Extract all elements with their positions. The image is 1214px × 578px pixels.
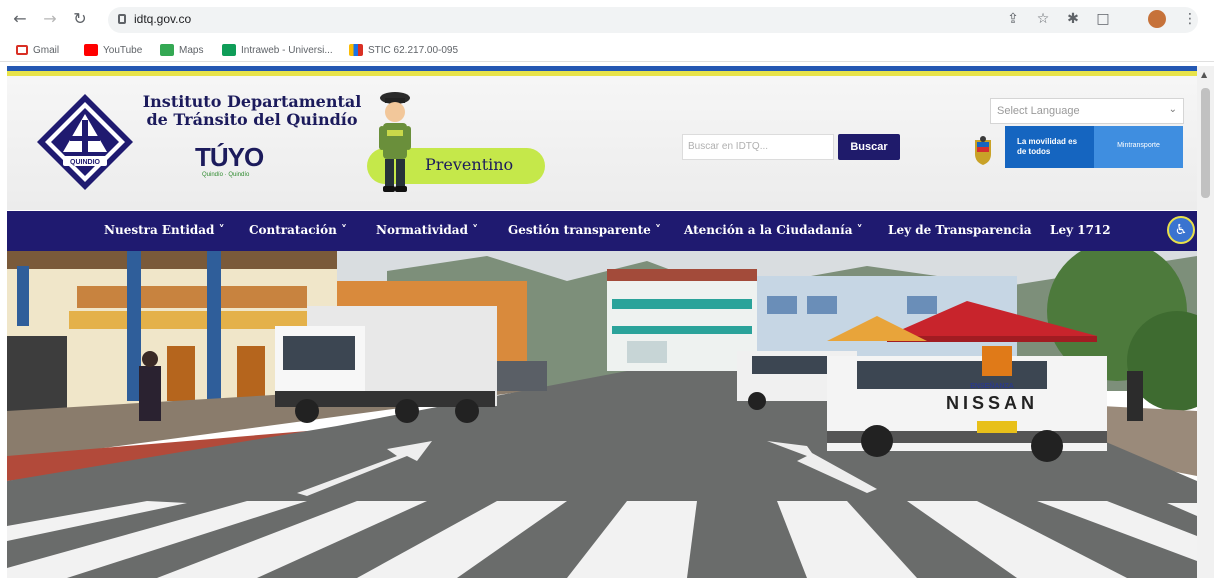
maps-icon — [160, 44, 174, 56]
idtq-logo[interactable]: QUINDIO — [35, 92, 135, 192]
nav-atencion-ciudadania[interactable]: Atención a la Ciudadanía ˅ — [684, 223, 863, 237]
mintransporte-banner[interactable]: Mintransporte — [1094, 126, 1183, 168]
scroll-up-arrow-icon[interactable]: ▲ — [1201, 70, 1207, 79]
sidepanel-icon[interactable]: □ — [1093, 9, 1113, 29]
bookmarks-bar: Gmail YouTube Maps Intraweb - Universi..… — [0, 38, 1214, 62]
star-icon[interactable]: ☆ — [1033, 9, 1053, 29]
bookmark-label: YouTube — [103, 44, 143, 56]
browser-toolbar: ← → ↻ idtq.gov.co ⇪ ☆ ✱ □ ⋮ — [0, 0, 1214, 38]
menu-kebab-icon[interactable]: ⋮ — [1180, 9, 1200, 29]
url-text: idtq.gov.co — [134, 12, 192, 26]
tuyo-subtitle: Quindío · Quindío — [202, 172, 250, 178]
bookmark-label: Intraweb - Universi... — [241, 44, 333, 56]
gmail-icon — [16, 45, 28, 55]
intraweb-icon — [222, 44, 236, 56]
language-select-value: Select Language — [997, 105, 1080, 117]
police-officer-icon — [379, 92, 411, 192]
tuyo-logo: TÚYO — [195, 142, 264, 172]
extensions-icon[interactable]: ✱ — [1063, 9, 1083, 29]
web-page: QUINDIO Instituto Departamental de Tráns… — [7, 66, 1197, 578]
bookmark-maps[interactable]: Maps — [160, 42, 203, 58]
nav-contratacion[interactable]: Contratación ˅ — [249, 223, 347, 237]
reload-icon[interactable]: ↻ — [70, 9, 90, 29]
bookmark-label: STIC 62.217.00-095 — [368, 44, 459, 56]
movilidad-banner[interactable]: La movilidad es de todos — [1005, 126, 1094, 168]
preventino-label: Preventino — [425, 155, 514, 174]
profile-avatar[interactable] — [1148, 10, 1166, 28]
main-navbar: Nuestra Entidad ˅ Contratación ˅ Normati… — [7, 211, 1197, 251]
bookmark-gmail[interactable]: Gmail — [16, 42, 59, 58]
nav-gestion-transparente[interactable]: Gestión transparente ˅ — [508, 223, 661, 237]
search-input[interactable]: Buscar en IDTQ... — [682, 134, 834, 160]
logo-caption: QUINDIO — [70, 159, 101, 166]
institution-name: Instituto Departamental de Tránsito del … — [142, 92, 362, 129]
nav-nuestra-entidad[interactable]: Nuestra Entidad ˅ — [104, 223, 225, 237]
hero-street-image: NISSAN ENSEÑANZA — [7, 251, 1197, 578]
site-header: QUINDIO Instituto Departamental de Tráns… — [7, 76, 1197, 210]
bookmark-label: Maps — [179, 44, 204, 56]
nissan-text: NISSAN — [946, 393, 1038, 413]
search-button[interactable]: Buscar — [838, 134, 900, 160]
nav-ley-1712[interactable]: Ley 1712 — [1050, 223, 1111, 237]
back-arrow-icon[interactable]: ← — [10, 9, 30, 29]
forward-arrow-icon[interactable]: → — [40, 9, 60, 29]
bookmark-stic[interactable]: STIC 62.217.00-095 — [349, 42, 458, 58]
language-select[interactable]: Select Language ⌄ — [990, 98, 1184, 124]
chevron-down-icon: ⌄ — [1168, 104, 1177, 115]
lock-icon — [118, 14, 126, 24]
bookmark-youtube[interactable]: YouTube — [84, 42, 142, 58]
colombia-shield-icon — [975, 136, 991, 165]
scroll-thumb[interactable] — [1201, 88, 1210, 198]
bookmark-label: Gmail — [33, 44, 60, 56]
share-icon[interactable]: ⇪ — [1003, 9, 1023, 29]
nav-normatividad[interactable]: Normatividad ˅ — [376, 223, 478, 237]
youtube-icon — [84, 44, 98, 56]
bookmark-intraweb[interactable]: Intraweb - Universi... — [222, 42, 333, 58]
page-scrollbar[interactable]: ▲ — [1197, 66, 1214, 578]
wheelchair-icon[interactable]: ♿ — [1167, 216, 1195, 244]
nav-ley-transparencia[interactable]: Ley de Transparencia — [888, 223, 1032, 237]
flag-icon — [349, 44, 363, 56]
ensenanza-text: ENSEÑANZA — [970, 381, 1014, 390]
